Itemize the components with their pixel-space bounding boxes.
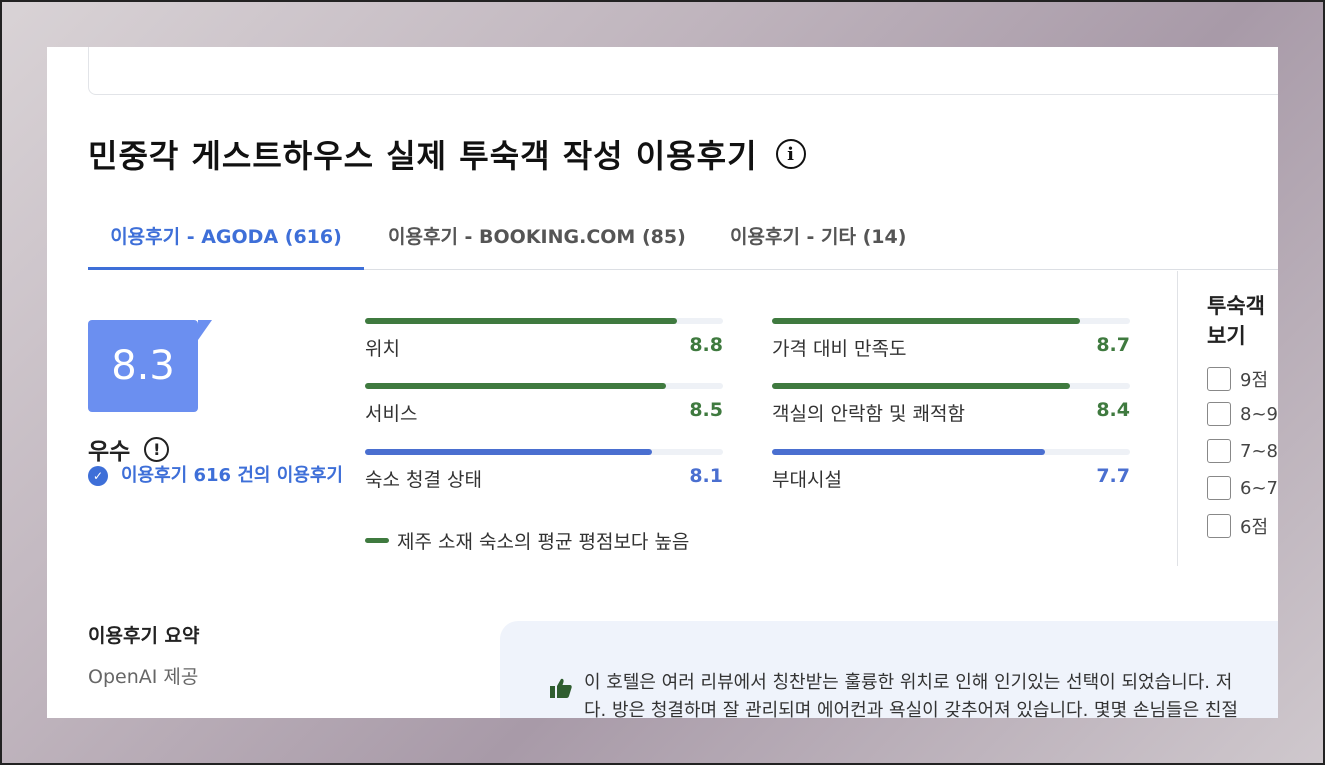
- title-row: 민중각 게스트하우스 실제 투숙객 작성 이용후기 i: [88, 131, 806, 177]
- summary-card: 이 호텔은 여러 리뷰에서 칭찬받는 훌륭한 위치로 인해 인기있는 선택이 되…: [500, 621, 1278, 718]
- review-tabs: 이용후기 - AGODA (616) 이용후기 - BOOKING.COM (8…: [88, 212, 1278, 270]
- legend-swatch: [365, 538, 389, 543]
- metric-value: 8.4: [1096, 399, 1130, 421]
- metric-bar-fill: [772, 449, 1045, 455]
- verified-reviews: ✓ 이용후기 616 건의 이용후기: [88, 462, 348, 490]
- checkbox[interactable]: [1207, 514, 1231, 538]
- verified-reviews-text: 이용후기 616 건의 이용후기: [121, 465, 343, 486]
- metric-value: 8.1: [689, 465, 723, 487]
- metric-bar-track: [365, 449, 723, 455]
- filter-title: 투숙객 보기: [1207, 294, 1265, 348]
- tab-booking[interactable]: 이용후기 - BOOKING.COM (85): [388, 212, 686, 270]
- filter-option-7to8[interactable]: 7~8: [1207, 439, 1278, 463]
- checkbox[interactable]: [1207, 367, 1231, 391]
- metric-bar-fill: [365, 383, 666, 389]
- filter-option-label: 6~7: [1240, 477, 1278, 499]
- filter-option-label: 8~9: [1240, 403, 1278, 425]
- metric-label: 부대시설: [772, 469, 842, 491]
- tab-other[interactable]: 이용후기 - 기타 (14): [730, 212, 906, 270]
- filter-option-label: 9점: [1240, 370, 1269, 391]
- metric-bar-track: [365, 318, 723, 324]
- overall-score: 8.3: [88, 320, 198, 412]
- previous-card: (+): [88, 47, 1278, 95]
- score-box-corner: [198, 320, 212, 340]
- filter-option-label: 6점: [1240, 517, 1269, 538]
- tab-agoda[interactable]: 이용후기 - AGODA (616): [88, 212, 364, 270]
- previous-card-stub: (+): [115, 47, 134, 48]
- summary-text-line-2: 다. 방은 청결하며 잘 관리되며 에어컨과 욕실이 갖추어져 있습니다. 몇몇…: [584, 700, 1238, 718]
- checkbox[interactable]: [1207, 439, 1231, 463]
- thumbs-up-icon: [550, 678, 572, 698]
- metric-label: 숙소 청결 상태: [365, 469, 482, 491]
- metric-bar-fill: [365, 318, 677, 324]
- filter-option-below6[interactable]: 6점: [1207, 513, 1268, 539]
- page-title: 민중각 게스트하우스 실제 투숙객 작성 이용후기: [88, 137, 758, 175]
- score-word: 우수: [88, 439, 131, 465]
- metric-value: 8.5: [689, 399, 723, 421]
- filter-option-label: 7~8: [1240, 440, 1278, 462]
- score-rating: 우수 !: [88, 432, 170, 466]
- metric-label: 가격 대비 만족도: [772, 338, 907, 360]
- filter-option-6to7[interactable]: 6~7: [1207, 476, 1278, 500]
- alert-icon[interactable]: !: [144, 436, 170, 462]
- metric-bar-track: [772, 449, 1130, 455]
- metric-bar-track: [365, 383, 723, 389]
- metric-bar-track: [772, 383, 1130, 389]
- summary-text-line-1: 이 호텔은 여러 리뷰에서 칭찬받는 훌륭한 위치로 인해 인기있는 선택이 되…: [584, 672, 1233, 693]
- metric-bar-fill: [772, 318, 1080, 324]
- reviews-page: (+) 민중각 게스트하우스 실제 투숙객 작성 이용후기 i 이용후기 - A…: [47, 47, 1278, 718]
- summary-provider: OpenAI 제공: [88, 666, 199, 688]
- info-icon[interactable]: i: [775, 139, 806, 169]
- legend-label: 제주 소재 숙소의 평균 평점보다 높음: [397, 531, 690, 553]
- checkbox[interactable]: [1207, 476, 1231, 500]
- filter-option-8to9[interactable]: 8~9: [1207, 402, 1278, 426]
- metric-value: 7.7: [1096, 465, 1130, 487]
- check-circle-icon: ✓: [88, 466, 108, 486]
- metric-value: 8.8: [689, 334, 723, 356]
- metric-bar-fill: [365, 449, 652, 455]
- metric-legend: 제주 소재 숙소의 평균 평점보다 높음: [365, 527, 689, 554]
- metric-label: 위치: [365, 338, 400, 360]
- metric-bar-track: [772, 318, 1130, 324]
- summary-title: 이용후기 요약: [88, 625, 200, 647]
- filter-option-9plus[interactable]: 9점: [1207, 366, 1268, 392]
- metric-label: 객실의 안락함 및 쾌적함: [772, 403, 965, 425]
- metric-value: 8.7: [1096, 334, 1130, 356]
- vertical-divider: [1177, 271, 1178, 566]
- metric-bar-fill: [772, 383, 1070, 389]
- metric-label: 서비스: [365, 403, 418, 425]
- checkbox[interactable]: [1207, 402, 1231, 426]
